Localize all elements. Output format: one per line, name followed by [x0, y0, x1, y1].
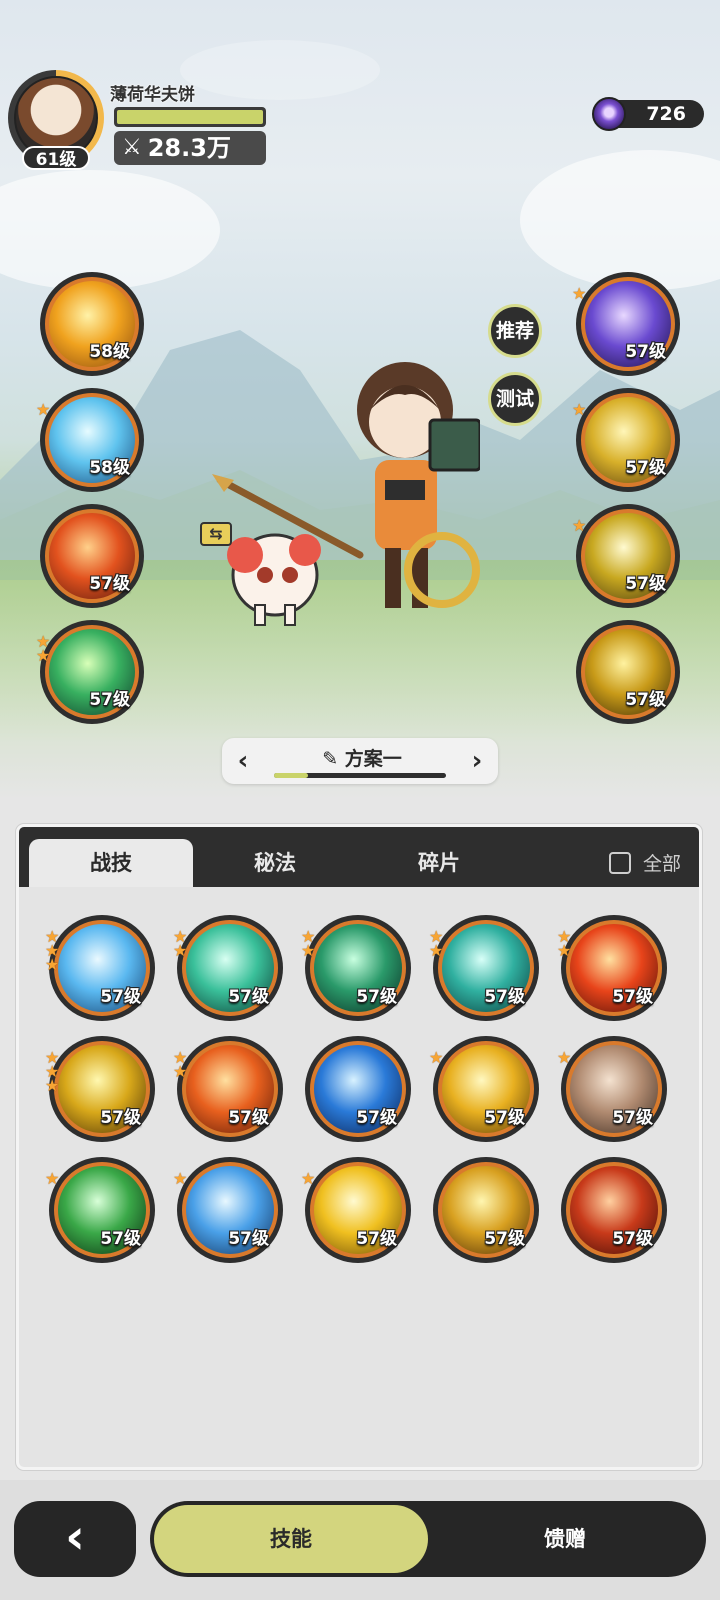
skill-slot[interactable]: 57级 ★	[572, 388, 680, 492]
star-icon: ★	[301, 941, 316, 960]
star-icon: ★	[429, 941, 444, 960]
skill-slot[interactable]: 57级	[561, 1157, 667, 1263]
skill-level: 57级	[484, 1108, 525, 1128]
star-icon: ★	[301, 1169, 316, 1188]
star-icon: ★	[45, 1076, 60, 1095]
skill-slot[interactable]: 57级 ★ ★	[173, 915, 283, 1021]
plan-progress-fill	[274, 773, 309, 778]
skill-slot[interactable]: 58级	[40, 272, 144, 376]
plan-progress-track	[274, 773, 446, 778]
skill-level: 57级	[100, 987, 141, 1007]
skill-level: 58级	[89, 342, 130, 362]
skill-slot[interactable]: 57级 ★	[572, 504, 680, 608]
skill-slot[interactable]: 57级	[576, 620, 680, 724]
skill-slot[interactable]: 57级 ★	[572, 272, 680, 376]
star-icon: ★	[572, 284, 587, 303]
currency-amount: 726	[646, 103, 686, 125]
skill-slot[interactable]: 58级 ★	[36, 388, 144, 492]
skill-slot[interactable]: 57级	[40, 504, 144, 608]
player-xp-bar	[114, 107, 266, 127]
skill-slot[interactable]: 57级 ★ ★	[36, 620, 144, 724]
tab-fragments[interactable]: 碎片	[357, 839, 521, 887]
skill-level: 57级	[228, 1108, 269, 1128]
gift-nav-button[interactable]: 馈赠	[428, 1505, 702, 1573]
skill-slot[interactable]: 57级 ★ ★	[173, 1036, 283, 1142]
skill-slot[interactable]: 57级	[305, 1036, 411, 1142]
skill-level: 57级	[612, 1108, 653, 1128]
player-xp-fill	[117, 110, 263, 124]
purple-gem-icon	[592, 97, 626, 131]
skill-level: 57级	[484, 1229, 525, 1249]
plan-prev-arrow-icon[interactable]: ‹	[228, 746, 258, 776]
skill-level: 57级	[625, 690, 666, 710]
player-name: 薄荷华夫饼	[110, 85, 195, 105]
skill-level: 57级	[625, 342, 666, 362]
star-icon: ★	[45, 1169, 60, 1188]
skill-slot[interactable]: 57级	[433, 1157, 539, 1263]
test-button[interactable]: 测试	[488, 372, 542, 426]
skill-level: 57级	[228, 1229, 269, 1249]
skill-level: 57级	[356, 1229, 397, 1249]
plan-title[interactable]: ✎ 方案一	[292, 744, 432, 771]
star-icon: ★	[45, 955, 60, 974]
bottom-nav-group: 技能 馈赠	[150, 1501, 706, 1577]
skill-slot[interactable]: 57级 ★ ★	[429, 915, 539, 1021]
skill-level: 57级	[484, 987, 525, 1007]
pet-companion[interactable]	[215, 500, 330, 630]
skills-nav-button[interactable]: 技能	[154, 1505, 428, 1573]
back-button[interactable]: ‹	[14, 1501, 136, 1577]
skill-level: 57级	[356, 1108, 397, 1128]
currency-counter[interactable]: 726	[592, 97, 704, 131]
swap-pet-icon[interactable]: ⇆	[200, 522, 232, 546]
skill-slot[interactable]: 57级 ★	[301, 1157, 411, 1263]
skill-level: 57级	[89, 690, 130, 710]
star-icon: ★	[429, 1048, 444, 1067]
recommend-button[interactable]: 推荐	[488, 304, 542, 358]
plan-title-text: 方案一	[344, 748, 402, 770]
skills-panel: 战技 秘法 碎片 全部 57级 ★ ★ ★ 57级 ★ ★ 57级 ★ ★ 57级 ★ ★ 57级 ★ ★ 57…	[16, 824, 702, 1470]
tab-secret-arts[interactable]: 秘法	[193, 839, 357, 887]
show-all-checkbox[interactable]	[608, 851, 631, 874]
skill-level: 57级	[100, 1229, 141, 1249]
star-icon: ★	[36, 400, 51, 419]
player-level-badge: 61级	[22, 146, 90, 170]
plan-selector: ‹ ✎ 方案一 ›	[222, 738, 498, 784]
star-icon: ★	[557, 1048, 572, 1067]
skill-slot[interactable]: 57级 ★ ★	[301, 915, 411, 1021]
star-icon: ★	[173, 941, 188, 960]
star-icon: ★	[173, 1169, 188, 1188]
star-icon: ★	[36, 646, 51, 665]
combat-power: ⚔ 28.3万	[114, 131, 266, 165]
skill-slot[interactable]: 57级 ★ ★ ★	[45, 1036, 155, 1142]
cloud	[180, 40, 380, 100]
skill-level: 57级	[625, 574, 666, 594]
skill-level: 57级	[356, 987, 397, 1007]
skill-level: 57级	[612, 1229, 653, 1249]
skill-level: 58级	[89, 458, 130, 478]
skill-tabs: 战技 秘法 碎片 全部	[19, 827, 699, 887]
skill-level: 57级	[228, 987, 269, 1007]
show-all-label: 全部	[642, 853, 681, 875]
star-icon: ★	[557, 941, 572, 960]
skill-level: 57级	[100, 1108, 141, 1128]
skill-slot[interactable]: 57级 ★	[557, 1036, 667, 1142]
skill-slot[interactable]: 57级 ★ ★ ★	[45, 915, 155, 1021]
plan-next-arrow-icon[interactable]: ›	[462, 746, 492, 776]
star-icon: ★	[572, 516, 587, 535]
skill-level: 57级	[612, 987, 653, 1007]
skill-slot[interactable]: 57级 ★ ★	[557, 915, 667, 1021]
skill-slot[interactable]: 57级 ★	[173, 1157, 283, 1263]
skill-slot[interactable]: 57级 ★	[45, 1157, 155, 1263]
skill-level: 57级	[625, 458, 666, 478]
skill-level: 57级	[89, 574, 130, 594]
show-all-toggle[interactable]: 全部	[608, 849, 681, 876]
star-icon: ★	[173, 1062, 188, 1081]
star-icon: ★	[572, 400, 587, 419]
tab-combat-skills[interactable]: 战技	[29, 839, 193, 887]
crossed-swords-icon: ⚔	[122, 135, 142, 160]
skill-slot[interactable]: 57级 ★	[429, 1036, 539, 1142]
combat-power-value: 28.3万	[147, 134, 231, 162]
edit-pencil-icon: ✎	[322, 748, 339, 770]
